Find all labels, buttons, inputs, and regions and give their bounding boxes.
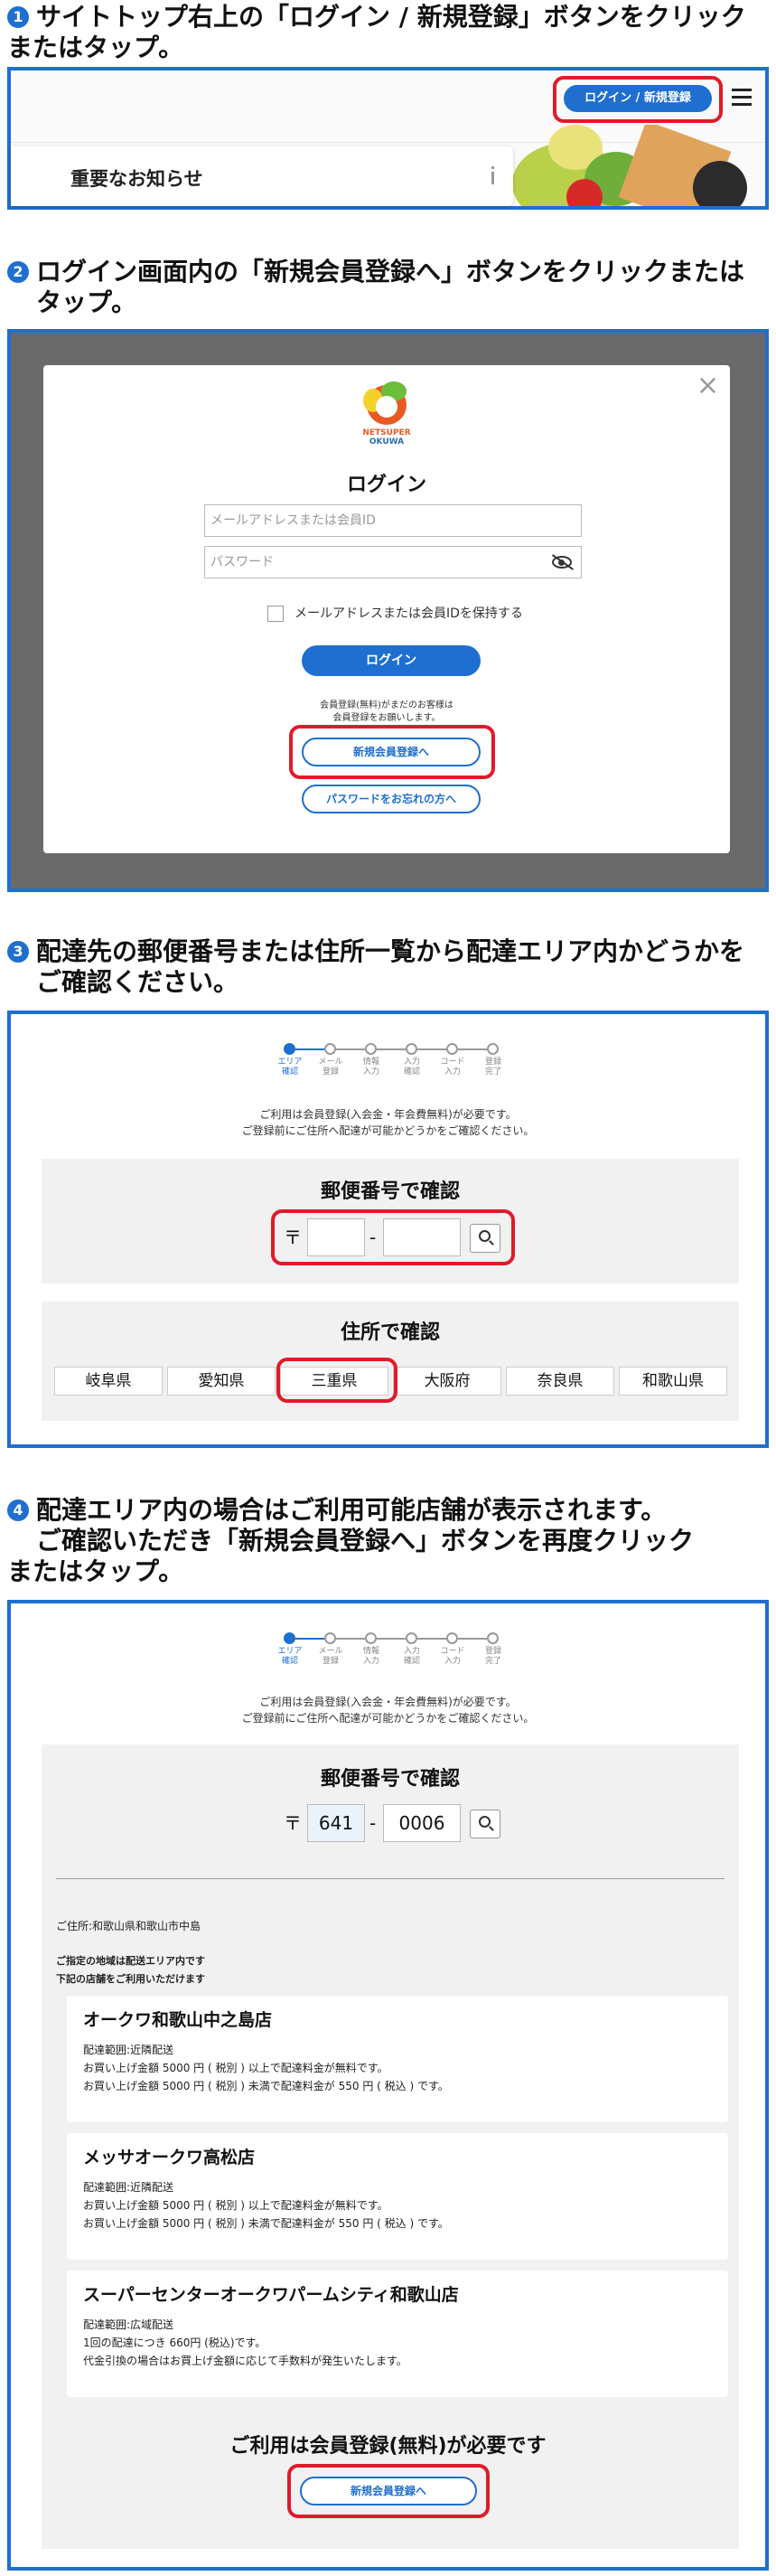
progress-step-dot	[324, 1043, 336, 1055]
register-required-heading: ご利用は会員登録(無料)が必要です	[229, 2435, 547, 2458]
registration-progress: エリア 確認 メール 登録 情報 入力 入力 確認 コード 入力 登録 完了	[277, 1043, 501, 1079]
progress-step-dot	[365, 1632, 377, 1644]
postal-check-section: 郵便番号で確認 〒 -	[42, 1159, 739, 1283]
divider	[56, 1878, 725, 1879]
notice-title: 重要なお知らせ	[70, 168, 203, 190]
store-card[interactable]: オークワ和歌山中之島店 配達範囲:近隣配送 お買い上げ金額 5000 円 ( 税…	[67, 1996, 728, 2122]
area-result: ご指定の地域は配送エリア内です 下記の店舗をご利用いただけます	[56, 1955, 205, 1985]
progress-step-label: コード 入力	[440, 1058, 465, 1076]
progress-step-dot	[284, 1043, 295, 1055]
store-name: スーパーセンターオークワパームシティ和歌山店	[83, 2285, 459, 2305]
logo-text: NETSUPER OKUWA	[362, 428, 411, 447]
hamburger-icon[interactable]	[732, 89, 752, 107]
step3-screenshot: エリア 確認 メール 登録 情報 入力 入力 確認 コード 入力 登録 完了 ご利用は会員登録(入会金…	[7, 1011, 769, 1448]
store-name: オークワ和歌山中之島店	[83, 2010, 273, 2030]
highlight-box	[276, 1358, 397, 1403]
progress-step-label: 入力 確認	[403, 1647, 420, 1666]
highlight-box	[287, 2464, 490, 2518]
step1-screenshot: 重要なお知らせ ログイン / 新規登録	[7, 67, 769, 210]
prefecture-button[interactable]: 愛知県	[167, 1367, 276, 1396]
forgot-password-button[interactable]: パスワードをお忘れの方へ	[302, 785, 481, 813]
address-check-section: 住所で確認 岐阜県 愛知県 三重県 大阪府 奈良県 和歌山県	[42, 1302, 739, 1421]
eye-off-icon[interactable]	[551, 554, 575, 570]
step4-title: 4 配達エリア内の場合はご利用可能店舗が表示されます。 ご確認いただき「新規会員登…	[7, 1495, 695, 1586]
login-heading: ログイン	[346, 474, 426, 496]
login-modal: × NETSUPER OKUWA ログイン メールアドレスまたは会員ID パスワ…	[43, 365, 730, 853]
email-input[interactable]: メールアドレスまたは会員ID	[204, 504, 582, 537]
progress-step-dot	[324, 1632, 336, 1644]
progress-step-dot	[406, 1043, 417, 1055]
progress-step-dot	[406, 1632, 417, 1644]
progress-step-dot	[284, 1632, 295, 1644]
postal-code-first-input[interactable]: 641	[307, 1804, 365, 1842]
progress-step-label: メール 登録	[318, 1058, 343, 1076]
progress-line	[458, 1638, 487, 1640]
progress-line	[295, 1638, 324, 1640]
food-banner-image	[494, 125, 765, 206]
prefecture-button[interactable]: 岐阜県	[54, 1367, 163, 1396]
postal-mark: 〒	[284, 1812, 302, 1834]
postal-heading: 郵便番号で確認	[320, 1768, 460, 1791]
netsuper-logo	[363, 381, 410, 428]
progress-line	[417, 1048, 446, 1050]
progress-line	[336, 1048, 365, 1050]
progress-step-label: エリア 確認	[277, 1647, 303, 1666]
progress-line	[458, 1048, 487, 1050]
progress-step-label: 登録 完了	[484, 1647, 501, 1666]
progress-step-label: 登録 完了	[484, 1058, 501, 1076]
remember-label: メールアドレスまたは会員IDを保持する	[295, 606, 523, 621]
postal-code-second-input[interactable]: 0006	[383, 1804, 461, 1842]
progress-step-dot	[487, 1632, 499, 1644]
progress-step-dot	[446, 1632, 458, 1644]
step2-title: 2 ログイン画面内の「新規会員登録へ」ボタンをクリックまたは タップ。	[7, 257, 744, 318]
progress-line	[417, 1638, 446, 1640]
progress-step-label: コード 入力	[440, 1647, 465, 1666]
address-text: ご住所:和歌山県和歌山市中島	[56, 1920, 201, 1932]
progress-line	[377, 1048, 406, 1050]
postal-heading: 郵便番号で確認	[320, 1180, 460, 1203]
highlight-box	[271, 1209, 515, 1265]
progress-step-label: メール 登録	[318, 1647, 343, 1666]
prefecture-button[interactable]: 大阪府	[393, 1367, 501, 1396]
registration-progress: エリア 確認 メール 登録 情報 入力 入力 確認 コード 入力 登録 完了	[277, 1632, 501, 1669]
notice-card[interactable]: 重要なお知らせ	[11, 146, 513, 206]
info-icon	[490, 166, 495, 186]
progress-step-dot	[446, 1043, 458, 1055]
prefecture-button[interactable]: 奈良県	[506, 1367, 614, 1396]
step2-screenshot: × NETSUPER OKUWA ログイン メールアドレスまたは会員ID パスワ…	[7, 329, 769, 892]
store-card[interactable]: メッサオークワ高松店 配達範囲:近隣配送 お買い上げ金額 5000 円 ( 税別…	[67, 2133, 728, 2260]
area-note: ご利用は会員登録(入会金・年会費無料)が必要です。 ご登録前にご住所へ配達が可能…	[241, 1696, 535, 1725]
progress-step-dot	[365, 1043, 377, 1055]
close-icon[interactable]: ×	[697, 372, 719, 400]
step1-title: 1 サイトトップ右上の「ログイン / 新規登録」ボタンをクリック またはタップ。	[7, 2, 746, 62]
progress-step-dot	[487, 1043, 499, 1055]
progress-step-label: エリア 確認	[277, 1058, 303, 1076]
register-note: 会員登録(無料)がまだのお客様は 会員登録をお願いします。	[320, 700, 453, 723]
address-heading: 住所で確認	[340, 1321, 440, 1344]
progress-line	[336, 1638, 365, 1640]
progress-line	[295, 1048, 324, 1050]
step3-title: 3 配達先の郵便番号または住所一覧から配達エリア内かどうかを ご確認ください。	[7, 936, 744, 998]
progress-line	[377, 1638, 406, 1640]
progress-step-label: 情報 入力	[362, 1058, 379, 1076]
remember-checkbox[interactable]	[267, 606, 284, 622]
password-input[interactable]: パスワード	[204, 546, 582, 578]
area-note: ご利用は会員登録(入会金・年会費無料)が必要です。 ご登録前にご住所へ配達が可能…	[241, 1108, 535, 1137]
store-card[interactable]: スーパーセンターオークワパームシティ和歌山店 配達範囲:広域配送 1回の配達につ…	[67, 2270, 728, 2397]
search-button[interactable]	[470, 1810, 500, 1838]
login-button[interactable]: ログイン	[302, 645, 481, 676]
progress-step-label: 情報 入力	[362, 1647, 379, 1666]
highlight-box	[289, 725, 495, 779]
step-number: 1	[7, 6, 29, 28]
store-name: メッサオークワ高松店	[83, 2148, 256, 2167]
prefecture-button[interactable]: 和歌山県	[619, 1367, 727, 1396]
highlight-box	[553, 76, 723, 123]
progress-step-label: 入力 確認	[403, 1058, 420, 1076]
step4-screenshot: エリア 確認 メール 登録 情報 入力 入力 確認 コード 入力 登録 完了 ご利用は会員登録(入会金…	[7, 1600, 769, 2571]
